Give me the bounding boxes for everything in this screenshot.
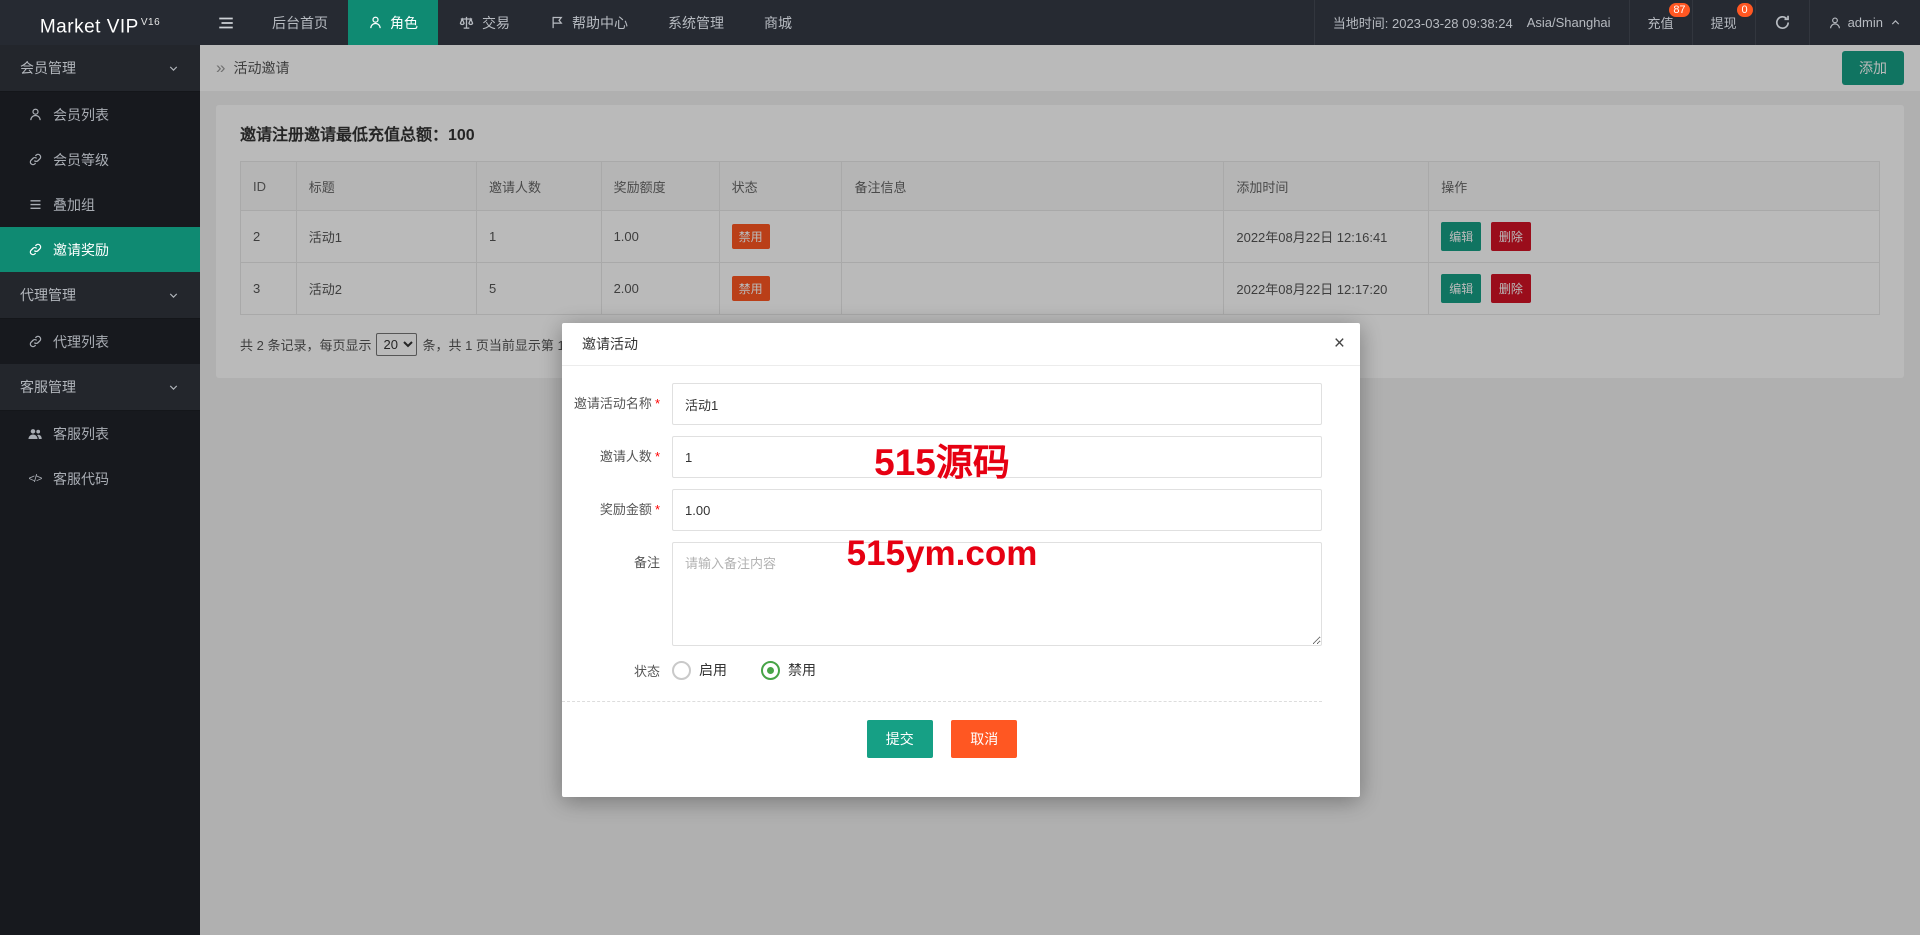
- hamburger-icon: [217, 14, 235, 32]
- main-menu: 后台首页 角色 交易 帮助中心 系统管理 商城: [252, 0, 812, 45]
- required-asterisk: *: [654, 502, 660, 517]
- form-row-activity-name: 邀请活动名称 *: [562, 383, 1322, 425]
- status-radio-group: 启用 禁用: [672, 660, 842, 680]
- form-row-reward-amount: 奖励金额 *: [562, 489, 1322, 531]
- sidebar-item-label: 客服代码: [53, 470, 109, 487]
- cancel-button[interactable]: 取消: [951, 720, 1018, 758]
- nav-item-help-center[interactable]: 帮助中心: [530, 0, 648, 45]
- section-label: 客服管理: [20, 379, 76, 395]
- radio-disable-label: 禁用: [788, 662, 816, 678]
- refresh-button[interactable]: [1754, 0, 1809, 45]
- sidebar-section-support[interactable]: 客服管理: [0, 364, 200, 411]
- field-label: 奖励金额 *: [599, 502, 660, 517]
- chevron-down-icon: [167, 289, 180, 302]
- sidebar-item-label: 叠加组: [53, 196, 95, 213]
- field-label: 状态: [633, 663, 660, 679]
- section-label: 会员管理: [20, 60, 76, 76]
- recharge-badge: 87: [1669, 3, 1690, 17]
- recharge-label: 充值: [1647, 16, 1674, 31]
- person-icon: [368, 15, 383, 30]
- sidebar-item-support-code[interactable]: </> 客服代码: [0, 456, 200, 501]
- person-icon: [27, 107, 43, 122]
- brand-text: Market VIP: [39, 16, 139, 38]
- reward-amount-input[interactable]: [672, 489, 1322, 531]
- sidebar-section-agents[interactable]: 代理管理: [0, 272, 200, 319]
- users-icon: [27, 426, 43, 442]
- remark-textarea[interactable]: [672, 542, 1322, 646]
- nav-item-label: 后台首页: [272, 14, 328, 31]
- flag-icon: [550, 15, 565, 30]
- scales-icon: [458, 14, 475, 31]
- local-time-text: 当地时间: 2023-03-28 09:38:24: [1332, 16, 1513, 31]
- nav-item-label: 角色: [390, 14, 418, 31]
- nav-item-label: 交易: [482, 14, 510, 31]
- field-label: 备注: [633, 555, 660, 570]
- nav-item-system[interactable]: 系统管理: [648, 0, 744, 45]
- nav-item-dashboard[interactable]: 后台首页: [252, 0, 348, 45]
- radio-disable[interactable]: [761, 660, 780, 680]
- list-icon: [27, 197, 43, 212]
- withdraw-label: 提现: [1710, 16, 1737, 31]
- link-icon: [27, 242, 43, 257]
- local-time: 当地时间: 2023-03-28 09:38:24 Asia/Shanghai: [1313, 0, 1629, 45]
- form-row-status: 状态 启用 禁用: [562, 660, 1322, 680]
- invite-count-input[interactable]: [672, 436, 1322, 478]
- modal-header: 邀请活动 ×: [562, 323, 1360, 366]
- withdraw-badge: 0: [1736, 3, 1753, 17]
- activity-name-input[interactable]: [672, 383, 1322, 425]
- withdraw-button[interactable]: 提现 0: [1691, 0, 1755, 45]
- brand-version: V16: [140, 17, 161, 28]
- radio-enable[interactable]: [672, 660, 691, 680]
- sidebar-item-label: 会员列表: [53, 106, 109, 123]
- sidebar-item-label: 代理列表: [53, 333, 109, 350]
- nav-item-label: 商城: [764, 14, 792, 31]
- nav-item-roles[interactable]: 角色: [348, 0, 438, 45]
- sidebar-toggle-button[interactable]: [200, 0, 252, 45]
- nav-item-trade[interactable]: 交易: [438, 0, 530, 45]
- top-navbar: Market VIP V16 后台首页 角色 交易 帮助中心 系统管理 商城 当…: [0, 0, 1920, 45]
- sidebar-item-agent-list[interactable]: 代理列表: [0, 319, 200, 364]
- sidebar-item-label: 会员等级: [53, 151, 109, 168]
- required-asterisk: *: [654, 396, 660, 411]
- sidebar: 会员管理 会员列表 会员等级 叠加组 邀请奖励 代理管理 代理列表 客服管理 客…: [0, 45, 200, 935]
- nav-item-mall[interactable]: 商城: [744, 0, 812, 45]
- link-icon: [27, 334, 43, 349]
- form-row-remark: 备注: [562, 542, 1322, 646]
- chevron-down-icon: [167, 62, 180, 75]
- required-asterisk: *: [654, 449, 660, 464]
- sidebar-item-invite-reward[interactable]: 邀请奖励: [0, 227, 200, 272]
- chevron-up-icon: [1889, 16, 1902, 29]
- timezone-text: Asia/Shanghai: [1526, 15, 1611, 30]
- nav-item-label: 帮助中心: [572, 14, 628, 31]
- radio-enable-label: 启用: [699, 662, 727, 678]
- sidebar-item-member-list[interactable]: 会员列表: [0, 92, 200, 137]
- submit-button[interactable]: 提交: [866, 720, 933, 758]
- user-menu[interactable]: admin: [1808, 0, 1920, 45]
- field-label: 邀请活动名称 *: [573, 396, 660, 411]
- sidebar-item-label: 邀请奖励: [53, 241, 109, 258]
- section-label: 代理管理: [20, 287, 76, 303]
- modal-title: 邀请活动: [582, 336, 638, 352]
- modal-footer: 提交 取消: [562, 702, 1322, 758]
- invite-activity-modal: 邀请活动 × 515源码 515ym.com 邀请活动名称* 邀请人数* 奖励金…: [562, 323, 1360, 797]
- recharge-button[interactable]: 充值 87: [1628, 0, 1692, 45]
- sidebar-item-member-level[interactable]: 会员等级: [0, 137, 200, 182]
- chevron-down-icon: [167, 381, 180, 394]
- field-label: 邀请人数 *: [599, 449, 660, 464]
- sidebar-item-stack-group[interactable]: 叠加组: [0, 182, 200, 227]
- modal-body: 515源码 515ym.com 邀请活动名称* 邀请人数* 奖励金额* 备注: [562, 366, 1360, 758]
- code-icon: </>: [28, 472, 43, 485]
- sidebar-section-members[interactable]: 会员管理: [0, 45, 200, 92]
- sidebar-item-support-list[interactable]: 客服列表: [0, 411, 200, 456]
- sidebar-item-label: 客服列表: [53, 425, 109, 442]
- navbar-right: 当地时间: 2023-03-28 09:38:24 Asia/Shanghai …: [1313, 0, 1920, 45]
- refresh-icon: [1774, 14, 1791, 31]
- form-row-invite-count: 邀请人数 *: [562, 436, 1322, 478]
- brand-logo: Market VIP V16: [0, 0, 200, 45]
- link-icon: [27, 152, 43, 167]
- close-icon[interactable]: ×: [1334, 323, 1345, 365]
- person-icon: [1828, 16, 1842, 30]
- nav-item-label: 系统管理: [668, 14, 724, 31]
- username-text: admin: [1847, 15, 1883, 30]
